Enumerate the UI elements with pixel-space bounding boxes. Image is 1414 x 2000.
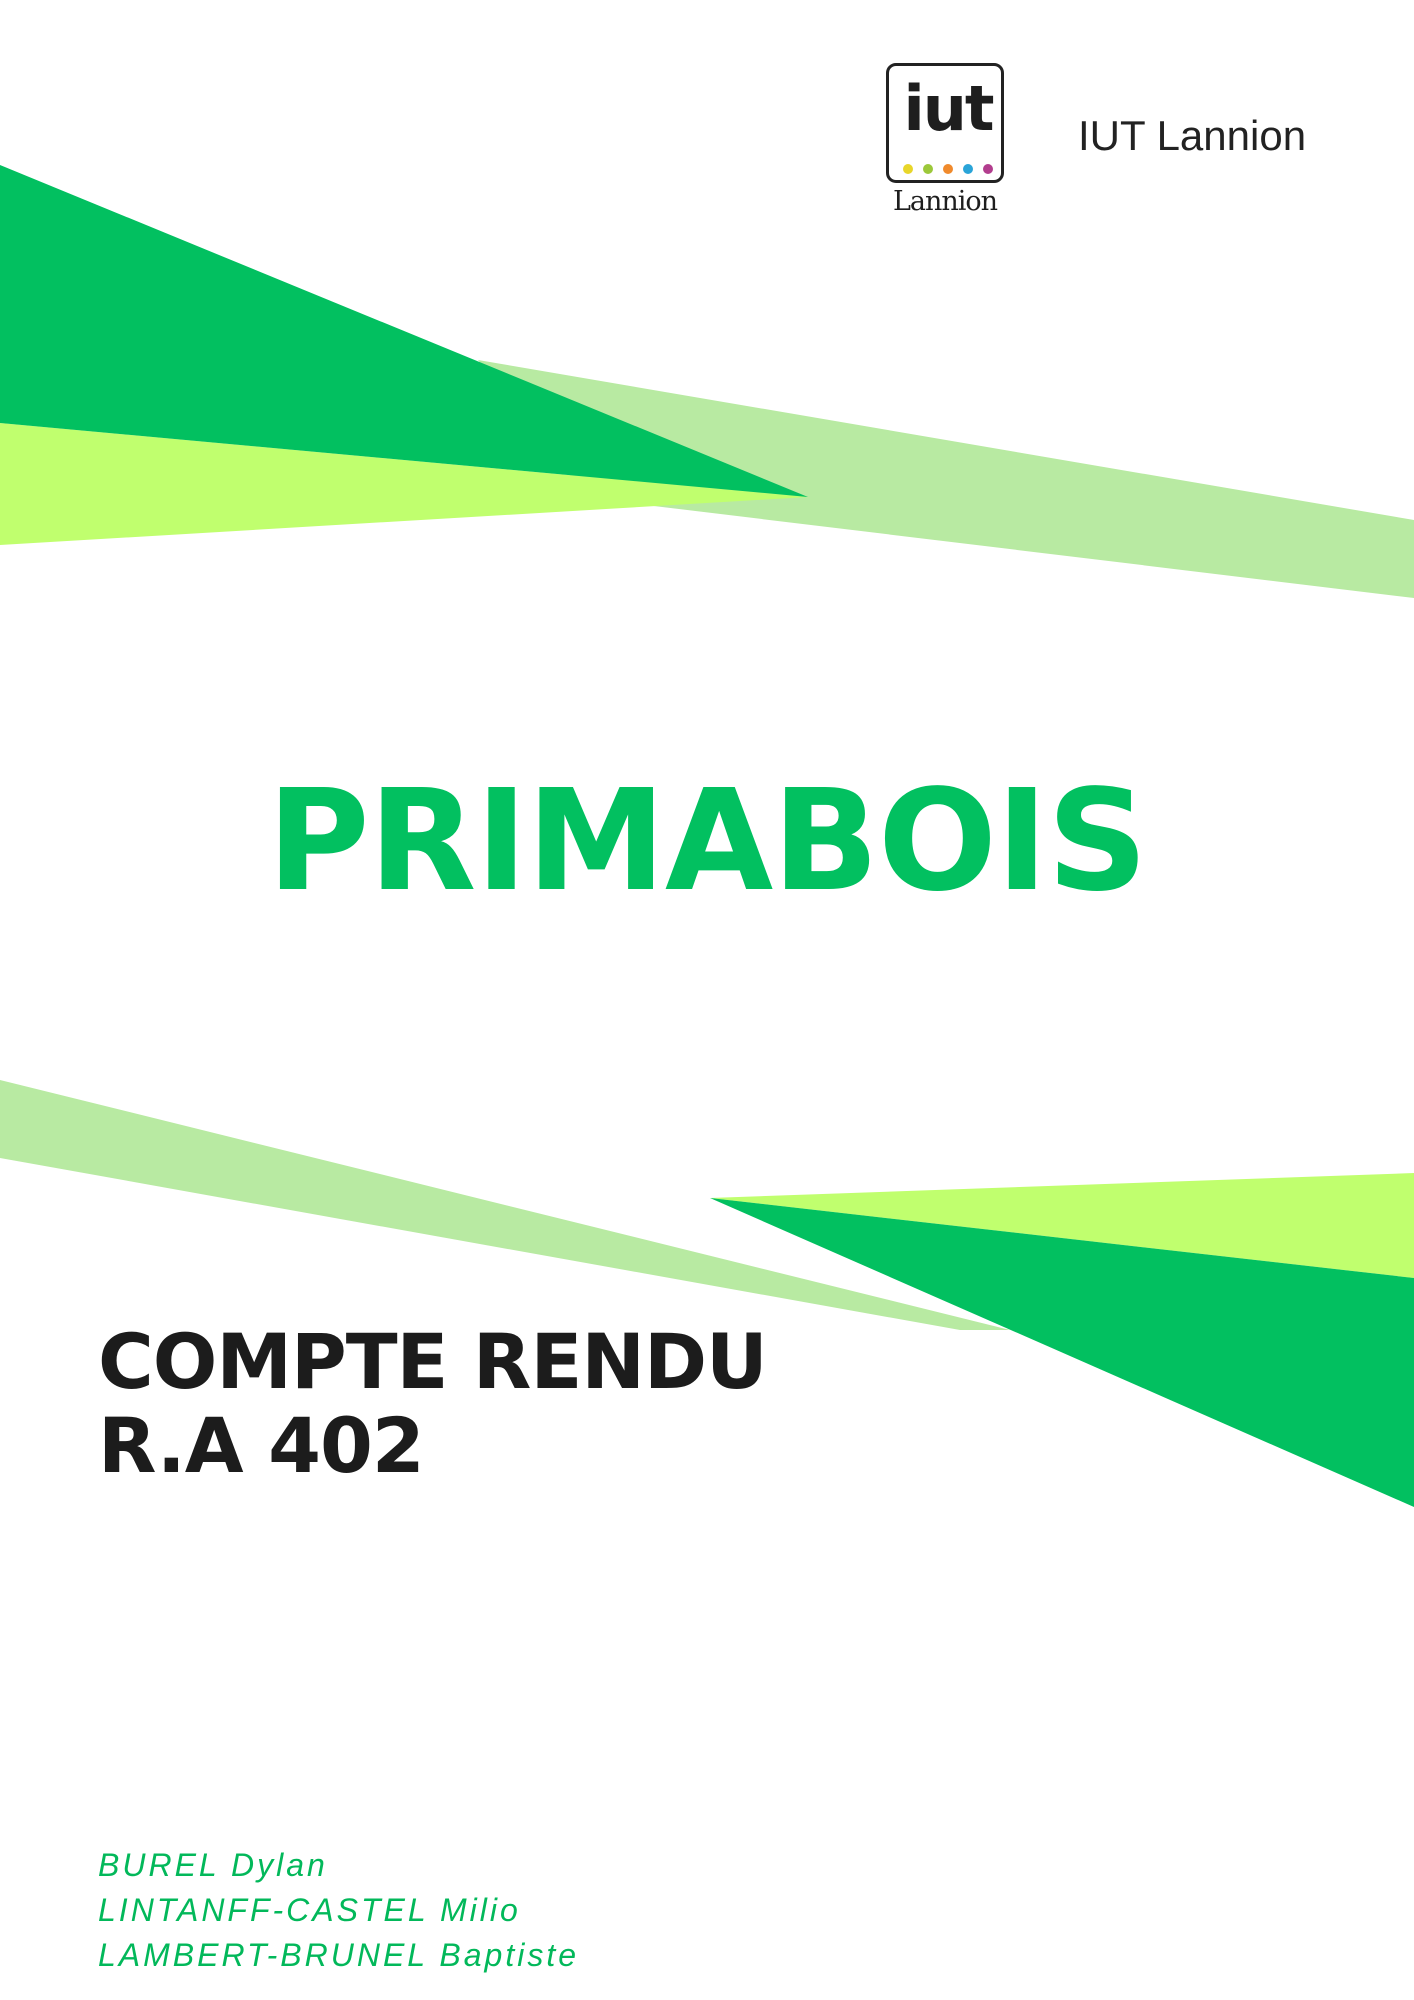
author-name: LAMBERT-BRUNEL Baptiste [98, 1937, 580, 1973]
iut-logo: iut Lannion [883, 60, 1013, 230]
logo-dot [903, 164, 913, 174]
report-cover: iut Lannion IUT Lannion PRIMABOIS COMPTE… [0, 0, 1414, 2000]
logo-dot [983, 164, 993, 174]
decorative-shapes [0, 165, 1414, 1507]
logo-mark: iut [903, 72, 994, 145]
logo-city: Lannion [892, 186, 998, 217]
author-name: LINTANFF-CASTEL Milio [98, 1892, 521, 1928]
logo-dot [943, 164, 953, 174]
page-title: PRIMABOIS [267, 760, 1148, 923]
logo-dot [963, 164, 973, 174]
subtitle-line-2: R.A 402 [98, 1401, 425, 1490]
report-subtitle: COMPTE RENDU R.A 402 [98, 1317, 768, 1490]
author-name: BUREL Dylan [98, 1847, 328, 1883]
logo-dots [903, 164, 993, 176]
logo-frame: iut [886, 63, 1004, 183]
author-list: BUREL Dylan LINTANFF-CASTEL Milio LAMBER… [98, 1843, 579, 1978]
institution-name: IUT Lannion [1078, 112, 1307, 159]
logo-dot [923, 164, 933, 174]
subtitle-line-1: COMPTE RENDU [98, 1317, 768, 1406]
